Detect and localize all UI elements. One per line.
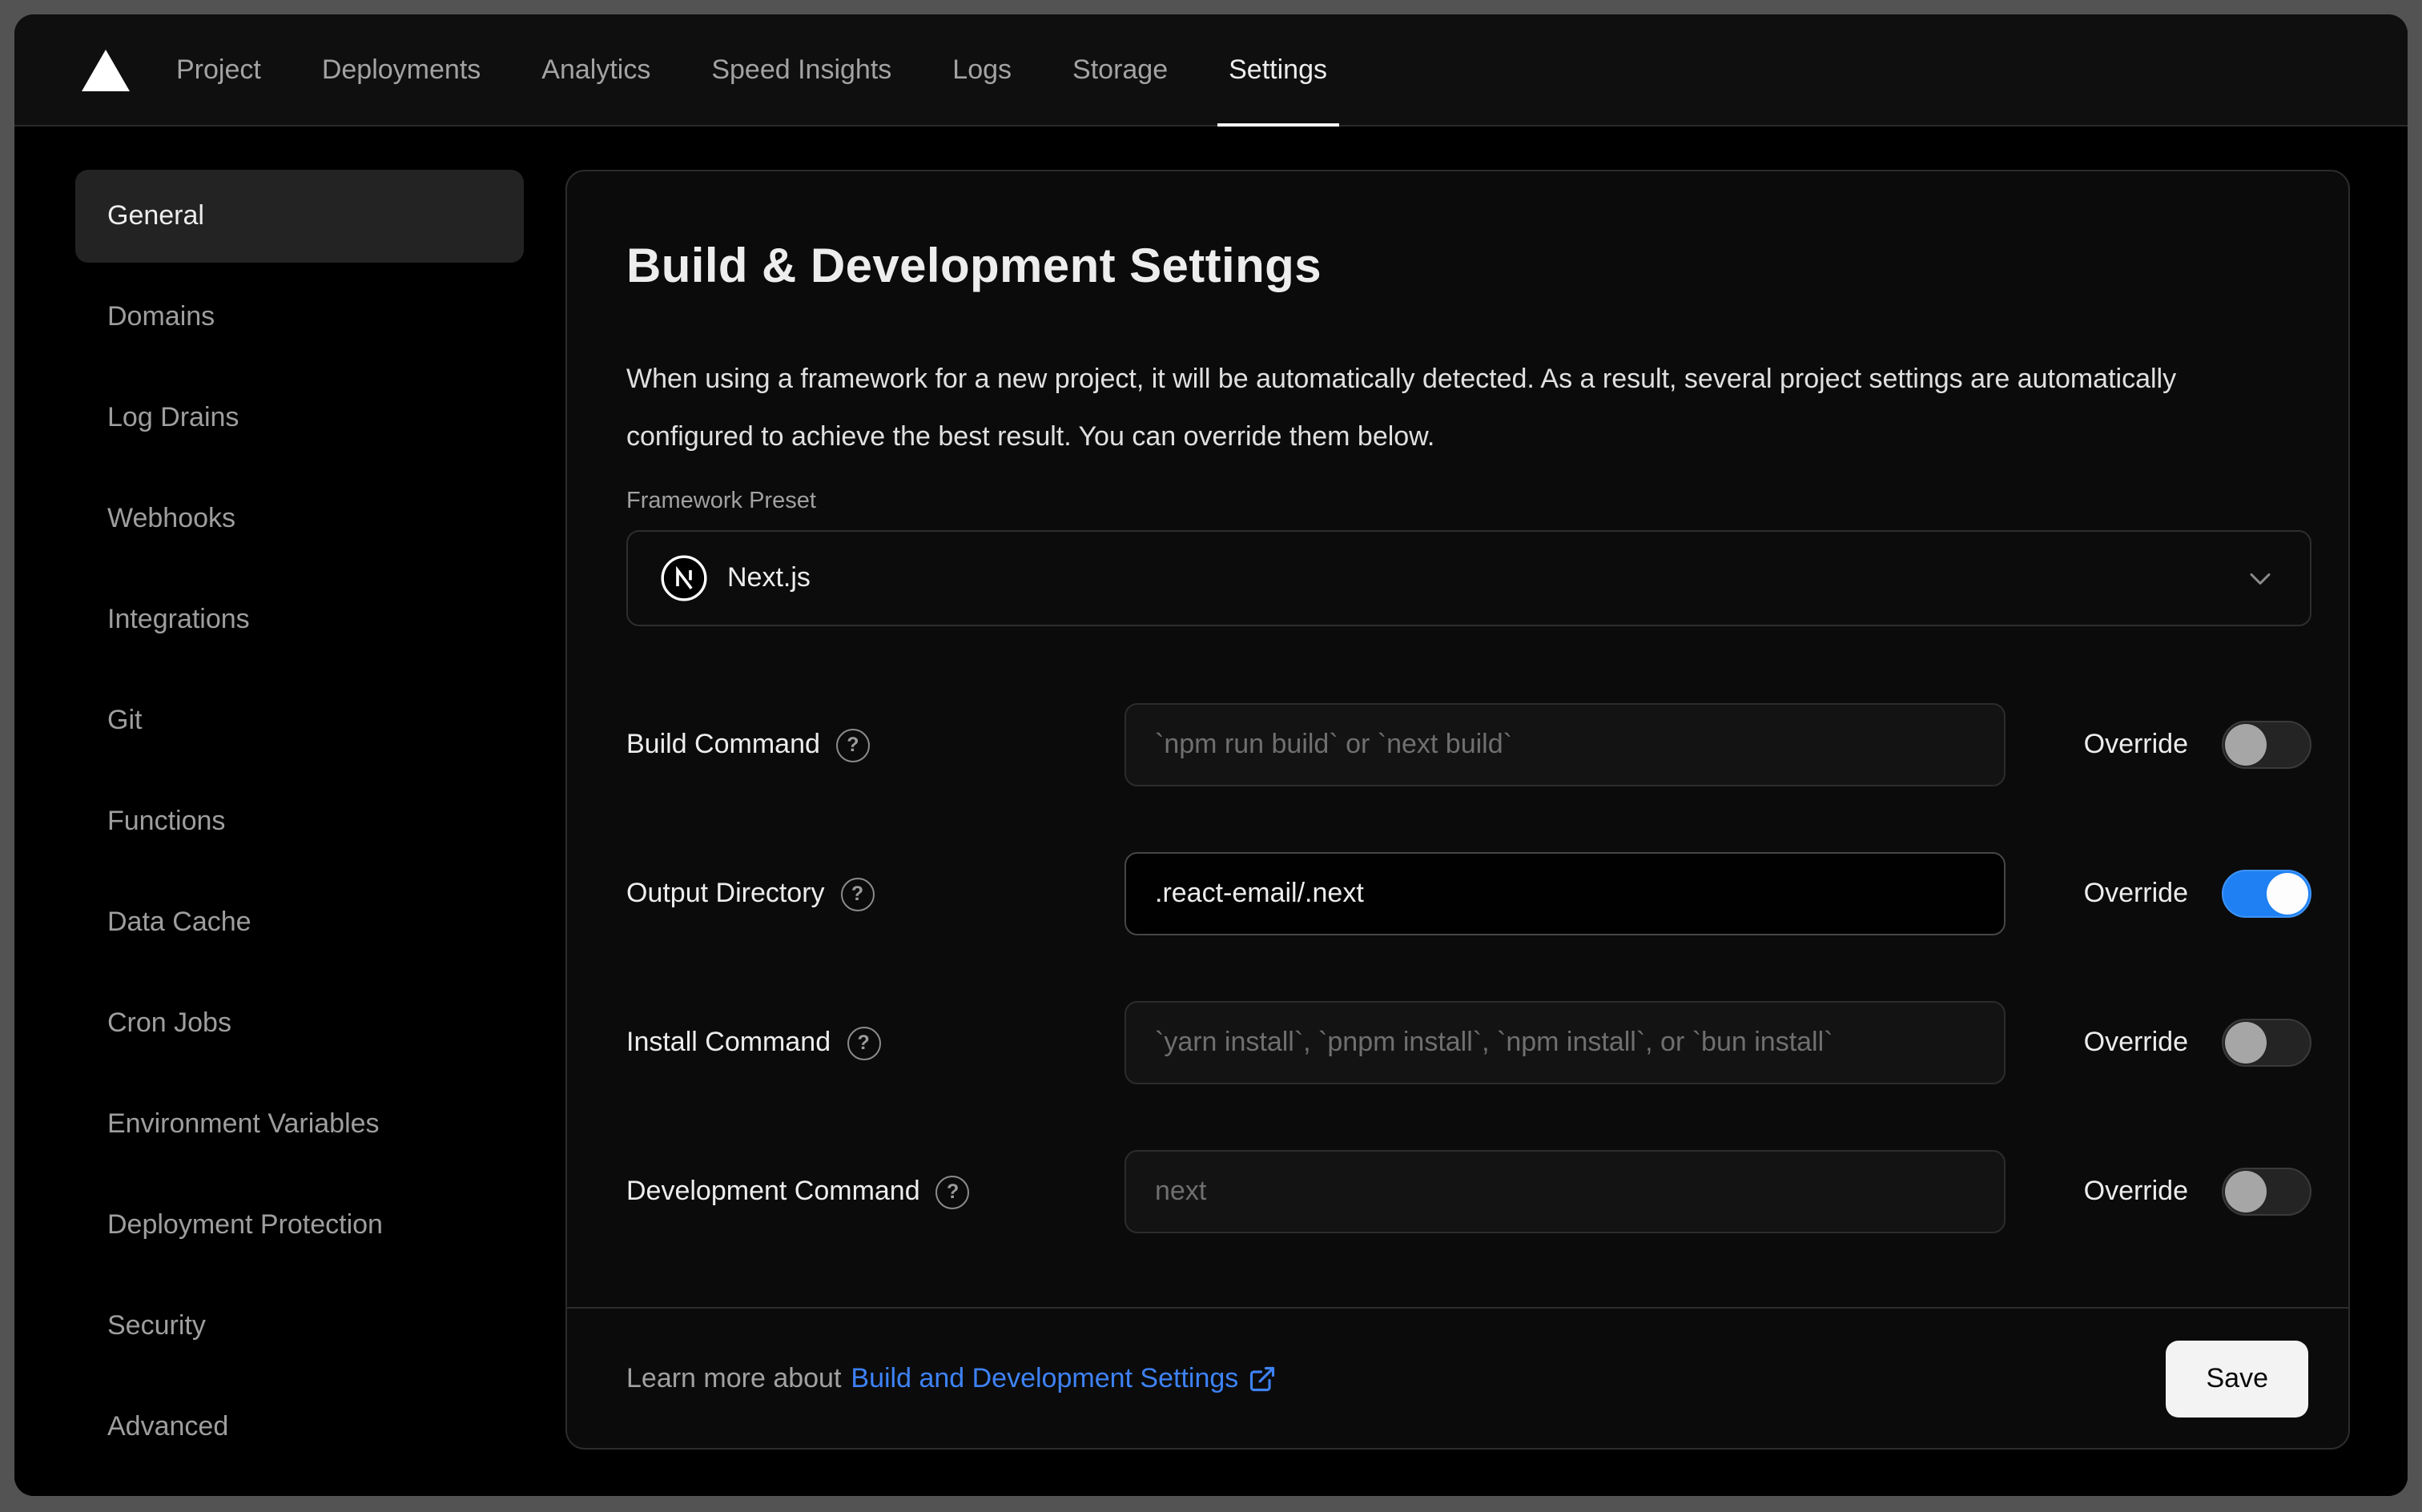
output-directory-label-group: Output Directory ? [626, 877, 1124, 911]
nextjs-logo-icon [661, 555, 707, 601]
development-command-override-toggle[interactable] [2222, 1168, 2311, 1216]
sidebar-item-advanced[interactable]: Advanced [75, 1381, 524, 1474]
sidebar-item-integrations[interactable]: Integrations [75, 573, 524, 666]
external-link-icon [1250, 1365, 1275, 1391]
install-command-label-group: Install Command ? [626, 1026, 1124, 1060]
framework-preset-select[interactable]: Next.js [626, 530, 2311, 626]
install-command-row: Install Command ? Override [626, 1001, 2311, 1084]
development-command-row: Development Command ? Override [626, 1150, 2311, 1233]
nav-tab-speed-insights[interactable]: Speed Insights [711, 14, 891, 125]
learn-more-prefix: Learn more about [626, 1362, 842, 1393]
sidebar-item-data-cache[interactable]: Data Cache [75, 876, 524, 969]
install-command-label: Install Command [626, 1027, 831, 1057]
app-window: Project Deployments Analytics Speed Insi… [14, 14, 2408, 1496]
development-command-label-group: Development Command ? [626, 1175, 1124, 1208]
framework-preset-label: Framework Preset [626, 489, 816, 514]
install-command-input[interactable] [1124, 1001, 2006, 1084]
toggle-knob [2225, 1022, 2267, 1064]
build-command-input[interactable] [1124, 703, 2006, 786]
nav-tab-storage[interactable]: Storage [1072, 14, 1168, 125]
nav-tabs: Project Deployments Analytics Speed Insi… [176, 14, 1339, 127]
top-navbar: Project Deployments Analytics Speed Insi… [14, 14, 2408, 127]
sidebar-item-domains[interactable]: Domains [75, 271, 524, 364]
development-command-label: Development Command [626, 1176, 920, 1206]
nav-tab-analytics[interactable]: Analytics [541, 14, 650, 125]
sidebar-item-functions[interactable]: Functions [75, 775, 524, 868]
install-command-override-toggle[interactable] [2222, 1019, 2311, 1067]
save-button[interactable]: Save [2166, 1340, 2308, 1417]
chevron-down-icon [2250, 573, 2271, 585]
card-title: Build & Development Settings [626, 240, 1322, 293]
nav-tab-project[interactable]: Project [176, 14, 261, 125]
vercel-logo-icon[interactable] [82, 49, 130, 90]
settings-sidebar: General Domains Log Drains Webhooks Inte… [75, 127, 565, 1482]
help-icon[interactable]: ? [847, 1026, 881, 1060]
sidebar-item-log-drains[interactable]: Log Drains [75, 372, 524, 464]
desktop-background: Project Deployments Analytics Speed Insi… [0, 0, 2422, 1512]
output-directory-label: Output Directory [626, 878, 825, 908]
override-label: Override [2083, 1176, 2188, 1206]
sidebar-item-security[interactable]: Security [75, 1280, 524, 1373]
override-label: Override [2083, 729, 2188, 759]
output-directory-row: Output Directory ? Override [626, 852, 2311, 935]
sidebar-item-cron-jobs[interactable]: Cron Jobs [75, 977, 524, 1070]
toggle-knob [2225, 1171, 2267, 1212]
framework-preset-value: Next.js [727, 562, 811, 593]
build-command-override-toggle[interactable] [2222, 721, 2311, 769]
help-icon[interactable]: ? [840, 877, 875, 911]
nav-tab-deployments[interactable]: Deployments [322, 14, 481, 125]
override-label: Override [2083, 878, 2188, 908]
card-description: When using a framework for a new project… [626, 364, 2177, 452]
sidebar-item-general[interactable]: General [75, 170, 524, 263]
card-footer: Learn more about Build and Development S… [567, 1307, 2348, 1448]
sidebar-item-webhooks[interactable]: Webhooks [75, 472, 524, 565]
sidebar-item-git[interactable]: Git [75, 674, 524, 767]
help-icon[interactable]: ? [935, 1175, 970, 1208]
learn-more-text: Learn more about Build and Development S… [626, 1362, 1277, 1394]
triangle-shape [82, 49, 130, 90]
build-command-label-group: Build Command ? [626, 728, 1124, 762]
nav-tab-settings[interactable]: Settings [1217, 14, 1339, 127]
output-directory-override-toggle[interactable] [2222, 870, 2311, 918]
build-settings-card: Build & Development Settings When using … [565, 170, 2350, 1450]
toggle-knob [2267, 873, 2308, 915]
sidebar-item-environment-variables[interactable]: Environment Variables [75, 1078, 524, 1171]
nav-tab-logs[interactable]: Logs [952, 14, 1012, 125]
content-area: General Domains Log Drains Webhooks Inte… [14, 127, 2408, 1496]
build-settings-doc-link[interactable]: Build and Development Settings [851, 1362, 1238, 1394]
sidebar-item-deployment-protection[interactable]: Deployment Protection [75, 1179, 524, 1272]
build-command-row: Build Command ? Override [626, 703, 2311, 786]
toggle-knob [2225, 724, 2267, 766]
help-icon[interactable]: ? [835, 728, 870, 762]
override-label: Override [2083, 1027, 2188, 1057]
development-command-input[interactable] [1124, 1150, 2006, 1233]
output-directory-input[interactable] [1124, 852, 2006, 935]
build-command-label: Build Command [626, 729, 820, 759]
